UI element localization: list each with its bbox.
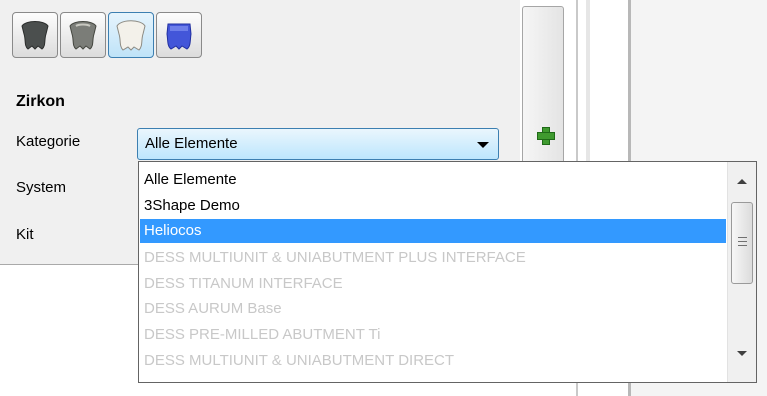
grip-line	[738, 241, 747, 242]
list-item-disabled: DESS PRE-MILLED ABUTMENT Ti	[144, 326, 381, 343]
blue-crown-icon	[166, 23, 192, 50]
combobox-value: Alle Elemente	[145, 135, 238, 152]
dark-crown-icon	[21, 21, 49, 50]
list-item[interactable]: 3Shape Demo	[140, 194, 726, 218]
scroll-up-icon[interactable]	[737, 179, 747, 184]
list-item-selected[interactable]: Heliocos	[140, 219, 726, 243]
material-button-dark[interactable]	[12, 12, 58, 58]
scroll-down-icon[interactable]	[737, 351, 747, 356]
list-item-disabled: DESS TITANUM INTERFACE	[144, 275, 343, 292]
white-crown-icon	[116, 20, 146, 51]
scroll-thumb[interactable]	[731, 202, 753, 284]
kategorie-combobox[interactable]: Alle Elemente	[137, 128, 499, 160]
system-label: System	[16, 179, 67, 196]
chevron-down-icon[interactable]	[477, 142, 489, 148]
list-item-disabled: DESS MULTIUNIT & UNIABUTMENT DIRECT	[144, 352, 455, 369]
list-item[interactable]: Alle Elemente	[140, 168, 726, 192]
grip-line	[738, 245, 747, 246]
splitter-shadow	[586, 0, 590, 165]
grip-line	[738, 237, 747, 238]
kategorie-label: Kategorie	[16, 133, 81, 150]
metal-crown-icon	[69, 21, 97, 50]
material-button-blue[interactable]	[156, 12, 202, 58]
section-title: Zirkon	[16, 93, 65, 110]
material-button-metal[interactable]	[60, 12, 106, 58]
dropdown-scrollbar[interactable]	[727, 162, 756, 382]
add-plus-icon[interactable]	[536, 126, 555, 145]
list-item-disabled: DESS MULTIUNIT & UNIABUTMENT PLUS INTERF…	[144, 249, 526, 266]
kit-label: Kit	[16, 226, 34, 243]
material-button-white[interactable]	[108, 12, 154, 58]
list-item-disabled: DESS AURUM Base	[144, 300, 282, 317]
kategorie-dropdown-list[interactable]: Alle Elemente 3Shape Demo Heliocos DESS …	[138, 161, 757, 383]
